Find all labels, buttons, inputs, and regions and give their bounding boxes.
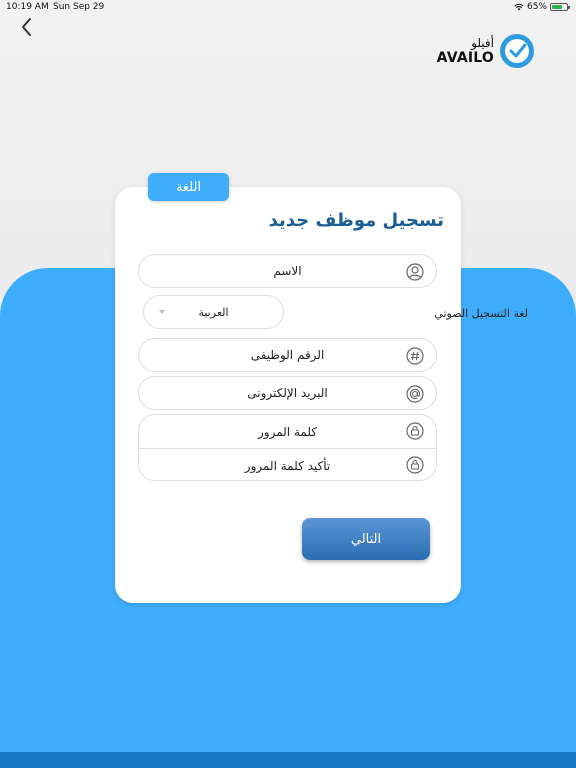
voice-language-select[interactable]: العربية [143,295,284,329]
user-icon [406,263,424,281]
email-placeholder: البريد الإلكترونى [247,386,328,400]
status-bar: 10:19 AM Sun Sep 29 65% [0,0,576,16]
dropdown-arrow-icon [159,310,165,314]
voice-language-label: لغة التسجيل الصوتي [434,307,528,320]
employee-id-field[interactable]: الرقم الوظيفى [138,338,437,372]
at-icon [406,385,424,403]
hash-icon [406,347,424,365]
battery-icon [550,3,570,11]
bottom-bar [0,752,576,768]
language-tab[interactable]: اللغة [148,173,229,201]
confirm-password-placeholder: تأكيد كلمة المرور [244,458,331,473]
page-title: تسجيل موظف جديد [268,210,444,231]
battery-percent: 65% [526,2,547,12]
name-placeholder: الاسم [273,264,302,278]
next-button[interactable]: التالي [302,518,430,560]
chevron-left-icon [22,18,31,36]
name-field[interactable]: الاسم [138,254,437,288]
logo-english: AVAILO [436,50,494,66]
password-group: كلمة المرور تأكيد كلمة المرور [138,414,437,481]
logo-arabic: أفيلو [471,36,494,50]
clock-logo-icon [500,34,534,68]
availo-logo: أفيلو AVAILO [437,32,536,70]
lock-icon [406,422,424,440]
status-date: Sun Sep 29 [53,2,105,12]
confirm-password-field[interactable]: تأكيد كلمة المرور [139,449,436,482]
employee-id-placeholder: الرقم الوظيفى [250,348,325,362]
wifi-icon [514,3,524,11]
status-time: 10:19 AM [6,2,49,12]
password-field[interactable]: كلمة المرور [139,415,436,448]
status-right: 65% [514,2,570,12]
email-field[interactable]: البريد الإلكترونى [138,376,437,410]
lock-icon [406,456,424,474]
back-button[interactable] [14,14,38,40]
password-placeholder: كلمة المرور [258,424,318,439]
